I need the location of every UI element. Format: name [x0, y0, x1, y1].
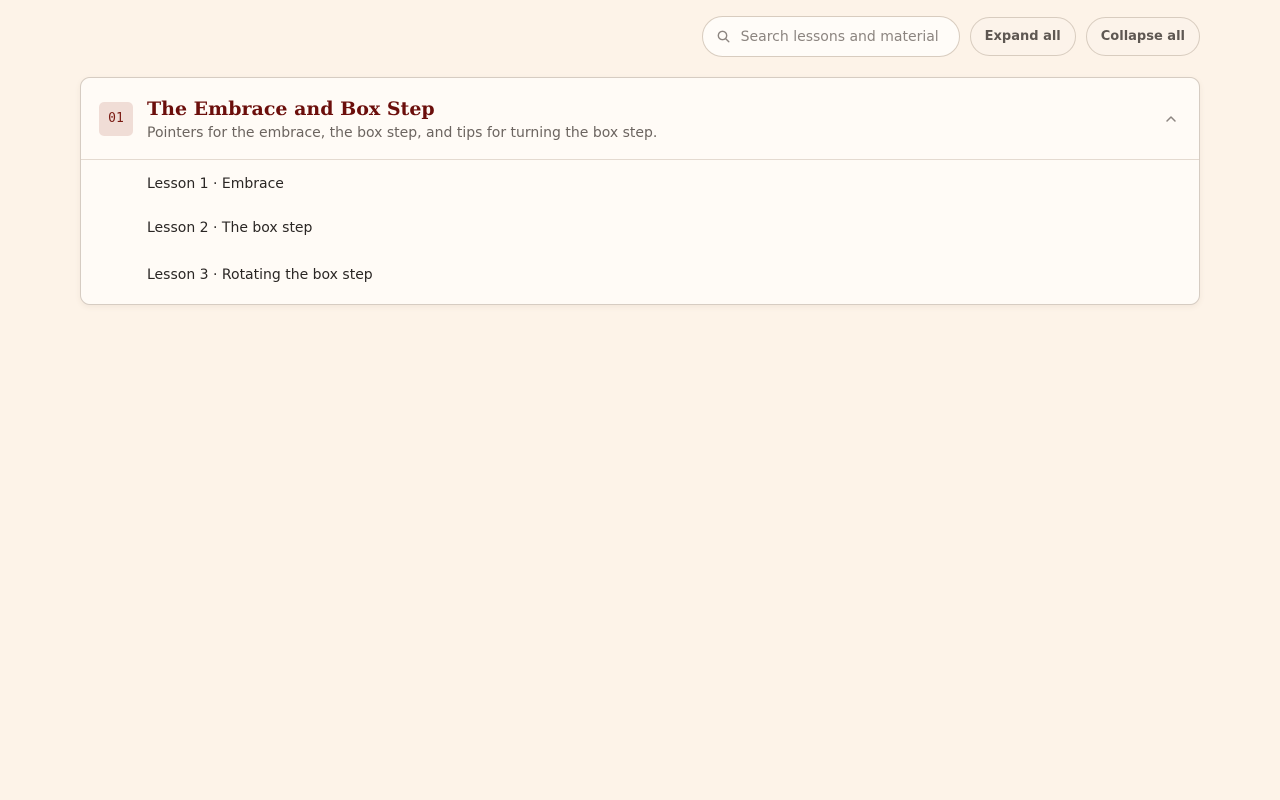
lesson-item[interactable]: Lesson 3 · Rotating the box step	[81, 251, 1199, 298]
module-text: The Embrace and Box Step Pointers for th…	[147, 97, 657, 141]
module-card: 01 The Embrace and Box Step Pointers for…	[80, 77, 1200, 305]
lesson-list: Lesson 1 · Embrace Lesson 2 · The box st…	[81, 160, 1199, 304]
module-number-badge: 01	[99, 101, 133, 136]
search-icon	[717, 30, 731, 44]
lesson-item[interactable]: Lesson 1 · Embrace	[81, 164, 1199, 204]
toolbar: Expand all Collapse all	[701, 16, 1200, 57]
expand-all-button[interactable]: Expand all	[969, 17, 1076, 56]
collapse-all-button[interactable]: Collapse all	[1085, 17, 1200, 56]
module-description: Pointers for the embrace, the box step, …	[147, 124, 658, 141]
module-header[interactable]: 01 The Embrace and Box Step Pointers for…	[81, 78, 1199, 160]
search-box[interactable]	[701, 16, 960, 57]
lesson-item[interactable]: Lesson 2 · The box step	[81, 204, 1199, 251]
module-title: The Embrace and Box Step	[147, 97, 435, 120]
search-input[interactable]	[740, 28, 941, 45]
chevron-up-icon[interactable]	[1163, 111, 1179, 127]
